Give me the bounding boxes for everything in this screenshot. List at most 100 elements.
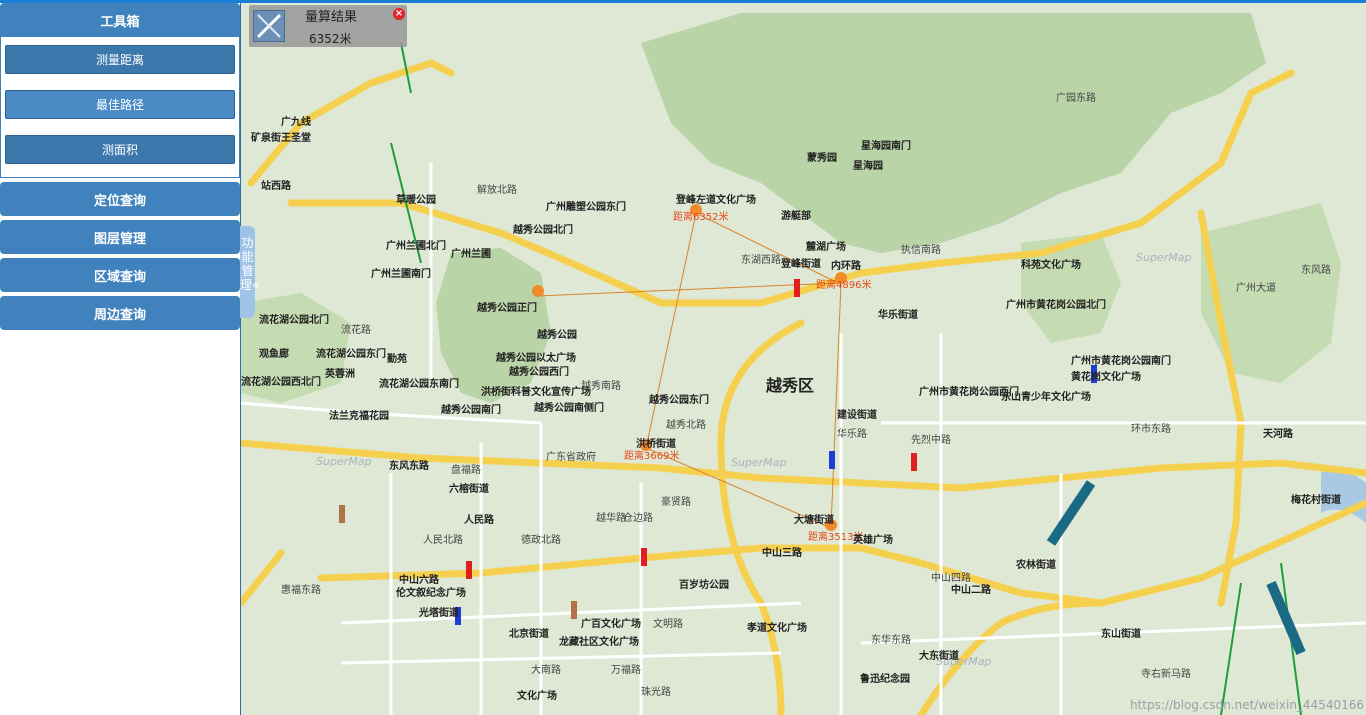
toolbox-header[interactable]: 工具箱 (0, 3, 240, 37)
map-place-label: 华乐街道 (878, 308, 918, 321)
watermark: SuperMap (316, 455, 371, 468)
map-place-label: 广州市黄花岗公园北门 (1006, 298, 1106, 311)
distance-label: 距离4896米 (816, 278, 871, 291)
map-place-label: 东风东路 (389, 459, 430, 472)
map-place-label: 广园东路 (1056, 91, 1096, 104)
layer-management-header[interactable]: 图层管理 (0, 220, 240, 254)
map-place-label: 大东街道 (919, 649, 959, 662)
nearby-query-header[interactable]: 周边查询 (0, 296, 240, 330)
map-place-label: 环市东路 (1131, 422, 1171, 435)
distance-label: 距离3669米 (624, 449, 679, 462)
watermark: SuperMap (731, 456, 786, 469)
map-place-label: 珠光路 (641, 685, 671, 698)
map-place-label: 中山四路 (931, 571, 971, 584)
map-place-label: 建设街道 (836, 408, 877, 421)
person-marker-red[interactable] (466, 561, 472, 579)
map-place-label: 农林街道 (1015, 558, 1056, 571)
map-place-label: 执信南路 (901, 243, 941, 256)
map-place-label: 北京街道 (509, 627, 549, 640)
measure-area-button[interactable]: 测面积 (5, 135, 235, 164)
function-panel-toggle[interactable]: 功能管理« (240, 226, 259, 318)
region-query-header[interactable]: 区域查询 (0, 258, 240, 292)
map-place-label: 勤苑 (387, 352, 407, 365)
map-place-label: 光塔街道 (418, 606, 459, 619)
map-place-label: 广东省政府 (546, 450, 596, 463)
map-place-label: 观鱼廊 (259, 347, 289, 360)
map-place-label: 黄花岗文化广场 (1071, 370, 1141, 383)
watermark: SuperMap (1136, 251, 1191, 264)
map-place-label: 梅花村街道 (1291, 493, 1341, 506)
measure-result-popup: 量算结果 6352米 × (249, 5, 407, 47)
map-place-label: 矿泉街王圣堂 (251, 131, 311, 144)
toolbox-body: 测量距离 最佳路径 测面积 (0, 37, 240, 178)
map-place-label: 流花湖公园北门 (259, 313, 329, 326)
person-marker-brown[interactable] (571, 601, 577, 619)
measure-point[interactable] (532, 285, 544, 297)
measure-result-value: 6352米 (309, 32, 352, 46)
map-place-label: 广九线 (281, 115, 311, 128)
huanghuagang-park (1021, 233, 1121, 343)
map-place-label: 麓湖广场 (806, 240, 846, 253)
map-place-label: 广州雕塑公园东门 (546, 200, 626, 213)
map-place-label: 法兰克福花园 (329, 409, 389, 422)
ruler-icon (253, 10, 285, 42)
map-place-label: 越秀公园以太广场 (495, 351, 576, 364)
map-place-label: 登峰左道文化广场 (675, 193, 756, 206)
map-place-label: 洪桥街道 (636, 437, 676, 450)
map-place-label: 越秀南路 (581, 379, 621, 392)
person-marker-red[interactable] (641, 548, 647, 566)
map-place-label: 越秀公园西门 (508, 365, 569, 378)
person-marker-blue[interactable] (829, 451, 835, 469)
map-place-label: 星海园 (853, 159, 883, 172)
map-place-label: 广州兰圃 (451, 247, 491, 260)
map-place-label: 鲁迅纪念园 (859, 672, 910, 685)
map-place-label: 流花路 (341, 323, 371, 336)
map-place-label: 越秀公园 (536, 328, 577, 341)
best-route-button[interactable]: 最佳路径 (5, 90, 235, 119)
map-place-label: 广州市黄花岗公园南门 (1071, 354, 1171, 367)
map-place-label: 科苑文化广场 (1021, 258, 1081, 271)
person-marker-red[interactable] (794, 279, 800, 297)
map-place-label: 先烈中路 (911, 433, 951, 446)
map-place-label: 越秀北路 (666, 418, 706, 431)
map-place-label: 越华路 (596, 511, 626, 524)
map-place-label: 广州兰圃北门 (386, 239, 446, 252)
map-place-label: 蒙秀园 (807, 151, 837, 164)
map-place-label: 流花湖公园东门 (316, 347, 386, 360)
map-view[interactable]: 距离6352米 距离4896米 距离3513米 距离3669米 越秀区 Supe… (241, 3, 1366, 715)
map-place-label: 英雄广场 (852, 533, 893, 546)
map-place-label: 东山青少年文化广场 (1001, 390, 1091, 403)
footer-url: https://blog.csdn.net/weixin_44540166 (1130, 698, 1364, 712)
location-query-header[interactable]: 定位查询 (0, 182, 240, 216)
map-place-label: 东华东路 (871, 633, 911, 646)
map-place-label: 中山三路 (762, 546, 803, 559)
close-icon[interactable]: × (393, 8, 405, 20)
metro-line-6-band (1046, 480, 1096, 546)
map-place-label: 惠福东路 (281, 583, 321, 596)
map-place-label: 登峰街道 (780, 257, 821, 270)
map-place-label: 东风路 (1301, 263, 1331, 276)
map-canvas[interactable]: 距离6352米 距离4896米 距离3513米 距离3669米 越秀区 Supe… (241, 3, 1366, 715)
map-place-label: 中山二路 (951, 583, 992, 596)
map-place-label: 广百文化广场 (581, 617, 641, 630)
map-place-label: 越秀公园正门 (476, 301, 537, 314)
measure-distance-button[interactable]: 测量距离 (5, 45, 235, 74)
map-place-label: 内环路 (831, 259, 862, 272)
map-place-label: 英蓉洲 (324, 367, 355, 380)
map-place-label: 天河路 (1263, 427, 1294, 440)
person-marker-red[interactable] (911, 453, 917, 471)
map-place-label: 文化广场 (517, 689, 557, 702)
baiyun-mountain-park (641, 13, 1266, 253)
map-place-label: 万福路 (611, 663, 641, 676)
map-place-label: 豪贤路 (661, 495, 691, 508)
map-place-label: 人民路 (464, 513, 495, 526)
map-place-label: 越秀公园北门 (512, 223, 573, 236)
map-place-label: 流花湖公园西北门 (241, 375, 321, 388)
map-place-label: 中山六路 (399, 573, 440, 586)
person-marker-brown[interactable] (339, 505, 345, 523)
map-place-label: 越秀公园南门 (440, 403, 501, 416)
map-place-label: 六榕街道 (449, 482, 489, 495)
map-place-label: 伦文叙纪念广场 (396, 586, 466, 599)
distance-label: 距离6352米 (673, 210, 728, 223)
map-place-label: 越秀公园东门 (648, 393, 709, 406)
